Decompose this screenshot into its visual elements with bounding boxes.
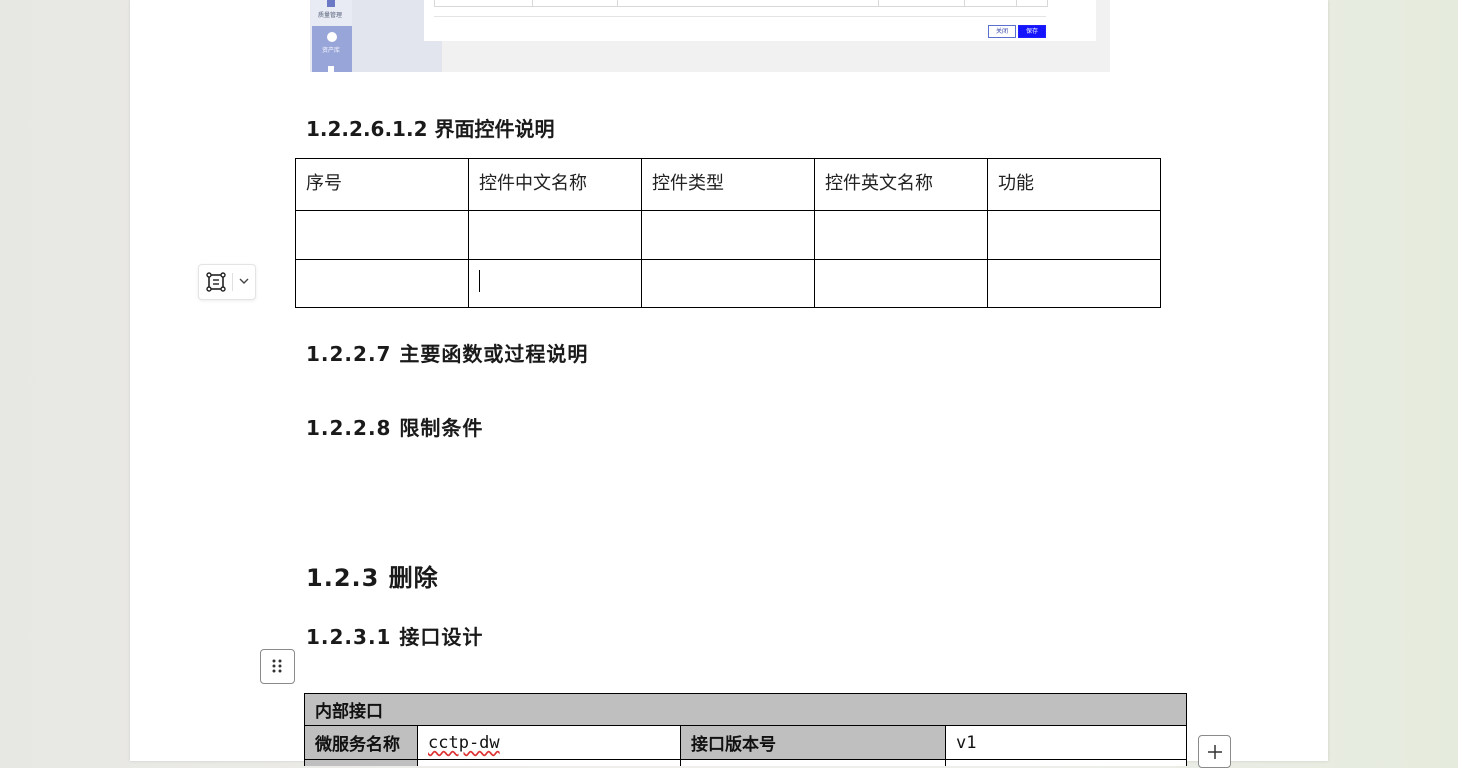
screenshot-save-button: 保存 xyxy=(1018,25,1046,38)
table-cell[interactable] xyxy=(814,259,988,308)
divider xyxy=(232,273,233,291)
table-cell[interactable] xyxy=(304,759,418,766)
screenshot-divider xyxy=(434,16,1046,17)
column-header[interactable]: 控件英文名称 xyxy=(814,158,988,211)
asset-icon xyxy=(327,32,337,42)
table-row xyxy=(295,210,1161,260)
heading-interface-design[interactable]: 1.2.3.1 接口设计 xyxy=(306,621,483,650)
table-cell-active[interactable] xyxy=(468,259,642,308)
column-header[interactable]: 功能 xyxy=(987,158,1161,211)
table-cell[interactable] xyxy=(641,259,815,308)
column-header[interactable]: 控件中文名称 xyxy=(468,158,642,211)
table-row: 内部接口 xyxy=(304,693,1187,726)
table-cell[interactable] xyxy=(295,210,469,260)
heading-functions[interactable]: 1.2.2.7 主要函数或过程说明 xyxy=(306,338,588,367)
service-name-value: cctp-dw xyxy=(428,732,500,753)
table-row: 微服务名称 cctp-dw 接口版本号 v1 xyxy=(304,725,1187,760)
table-options-control[interactable] xyxy=(198,264,256,300)
table-cell[interactable] xyxy=(295,259,469,308)
table-row xyxy=(295,259,1161,308)
service-name-cell[interactable]: cctp-dw xyxy=(417,725,681,760)
table-header-row: 序号 控件中文名称 控件类型 控件英文名称 功能 xyxy=(295,158,1161,211)
control-table[interactable]: 序号 控件中文名称 控件类型 控件英文名称 功能 xyxy=(295,158,1161,308)
heading-limits[interactable]: 1.2.2.8 限制条件 xyxy=(306,412,483,441)
table-cell[interactable] xyxy=(987,259,1161,308)
table-cell[interactable] xyxy=(814,210,988,260)
drag-handle-icon xyxy=(272,659,282,673)
table-cell[interactable] xyxy=(987,210,1161,260)
table-cell[interactable] xyxy=(680,759,946,766)
interface-title-cell[interactable]: 内部接口 xyxy=(304,693,1187,726)
table-cell[interactable] xyxy=(945,759,1187,766)
chevron-down-icon[interactable] xyxy=(237,274,251,288)
interface-table[interactable]: 内部接口 微服务名称 cctp-dw 接口版本号 v1 xyxy=(304,693,1187,766)
column-header[interactable]: 序号 xyxy=(295,158,469,211)
nav-label-asset: 资产库 xyxy=(322,47,341,54)
embedded-screenshot: 质量管理 资产库 关闭 保存 xyxy=(310,0,1110,72)
document-page: 质量管理 资产库 关闭 保存 1.2.2.6.1.2 界面控件说明 序号 控件中… xyxy=(130,0,1328,766)
service-name-label[interactable]: 微服务名称 xyxy=(304,725,418,760)
table-row xyxy=(304,759,1187,766)
frame-icon[interactable] xyxy=(204,270,228,294)
text-cursor xyxy=(479,270,480,292)
screenshot-table xyxy=(434,0,1048,7)
table-cell[interactable] xyxy=(417,759,681,766)
table-cell[interactable] xyxy=(468,210,642,260)
block-drag-handle[interactable] xyxy=(260,649,295,684)
plus-icon xyxy=(1208,745,1222,759)
heading-control-description[interactable]: 1.2.2.6.1.2 界面控件说明 xyxy=(306,113,554,142)
nav-item-asset-library: 资产库 xyxy=(312,26,352,72)
screenshot-close-button: 关闭 xyxy=(988,25,1016,38)
grid-icon xyxy=(327,0,335,7)
nav-label-quality: 质量管理 xyxy=(318,12,343,19)
version-value[interactable]: v1 xyxy=(945,725,1187,760)
column-header[interactable]: 控件类型 xyxy=(641,158,815,211)
add-row-button[interactable] xyxy=(1198,735,1231,768)
heading-delete[interactable]: 1.2.3 删除 xyxy=(306,558,439,593)
version-label[interactable]: 接口版本号 xyxy=(680,725,946,760)
screenshot-dialog-panel: 关闭 保存 xyxy=(424,0,1096,41)
table-cell[interactable] xyxy=(641,210,815,260)
document-icon xyxy=(328,66,334,72)
